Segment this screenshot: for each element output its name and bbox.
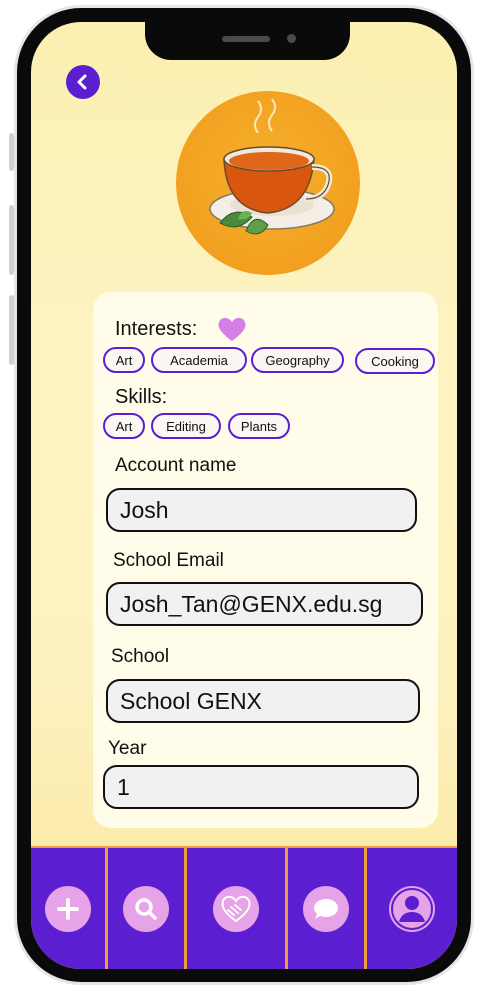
user-profile-icon [389,885,435,932]
back-button[interactable] [66,65,100,99]
phone-side-button [9,295,14,365]
skill-chip-art[interactable]: Art [103,413,145,439]
skill-chip-plants[interactable]: Plants [228,413,290,439]
interest-chip-academia[interactable]: Academia [151,347,247,373]
nav-profile-button[interactable] [367,848,457,969]
plus-icon [45,885,91,932]
school-email-label: School Email [113,550,224,571]
year-label: Year [108,738,147,759]
front-camera [287,34,296,43]
skills-label: Skills: [115,386,168,408]
interest-chip-cooking[interactable]: Cooking [355,348,435,374]
profile-card: Interests: Art Academia Geography Cookin… [93,292,438,828]
school-label: School [111,646,170,667]
profile-screen: Interests: Art Academia Geography Cookin… [31,22,457,969]
heart-icon [218,317,246,341]
year-field[interactable]: 1 [103,765,419,809]
school-field[interactable]: School GENX [106,679,420,723]
account-name-label: Account name [115,455,237,476]
phone-frame: Interests: Art Academia Geography Cookin… [17,8,471,982]
account-name-field[interactable]: Josh [106,488,417,532]
nav-search-button[interactable] [108,848,184,969]
skill-chip-editing[interactable]: Editing [151,413,221,439]
speaker [222,36,270,42]
bottom-nav-bar [31,846,457,969]
school-email-field[interactable]: Josh_Tan@GENX.edu.sg [106,582,423,626]
chat-bubble-icon [303,885,349,932]
search-icon [123,885,169,932]
nav-chat-button[interactable] [288,848,364,969]
nav-match-button[interactable] [187,848,285,969]
profile-avatar[interactable] [176,91,360,275]
nav-add-button[interactable] [31,848,105,969]
phone-side-button [9,133,14,171]
tea-cup-icon [209,98,335,235]
handshake-icon [213,885,259,932]
chevron-left-icon [77,74,87,90]
interests-label: Interests: [115,318,198,340]
phone-notch [145,22,350,60]
phone-side-button [9,205,14,275]
interest-chip-art[interactable]: Art [103,347,145,373]
interest-chip-geography[interactable]: Geography [251,347,344,373]
